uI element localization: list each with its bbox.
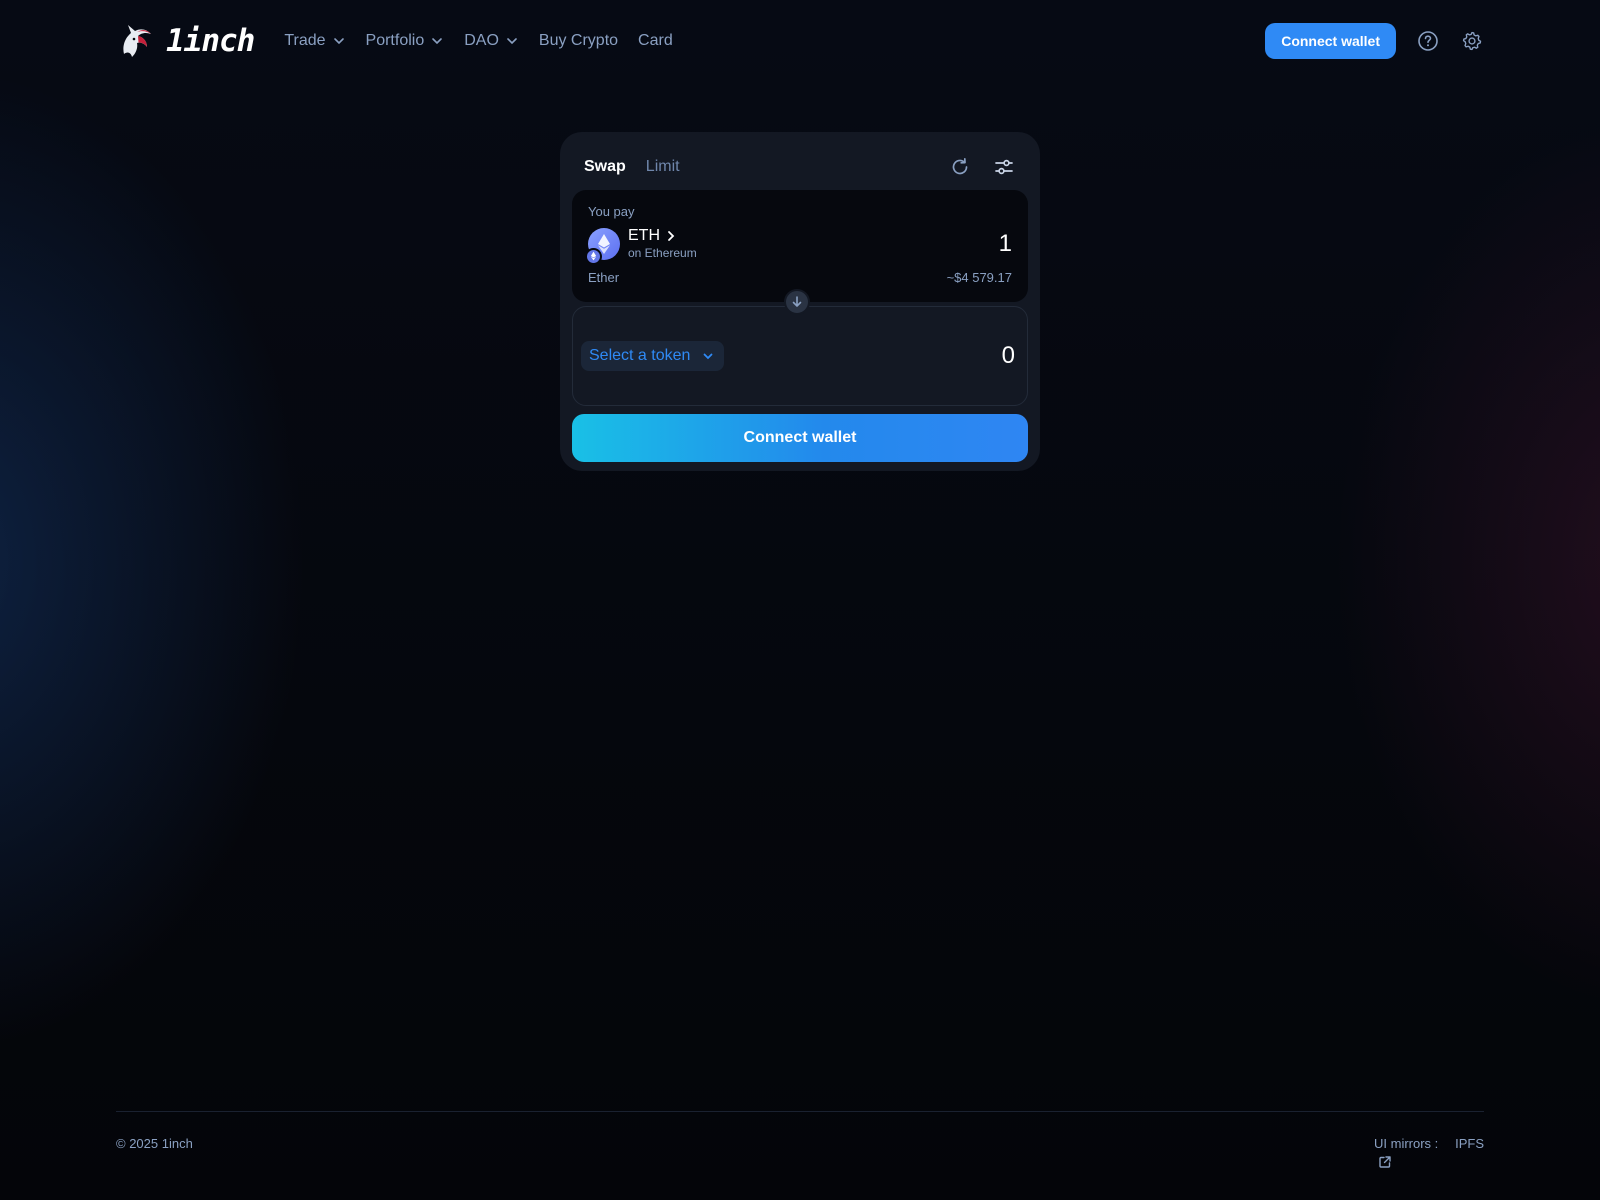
help-button[interactable] <box>1416 29 1440 53</box>
logo[interactable]: 1inch <box>116 20 255 62</box>
nav-buy-crypto[interactable]: Buy Crypto <box>539 32 618 50</box>
help-circle-icon <box>1418 31 1438 51</box>
nav-portfolio[interactable]: Portfolio <box>366 32 445 50</box>
tab-swap[interactable]: Swap <box>584 158 626 176</box>
receive-amount: 0 <box>1001 342 1015 369</box>
pay-token-symbol: ETH <box>628 227 697 245</box>
swap-tools <box>948 155 1016 179</box>
pay-usd-value: ~$4 579.17 <box>946 270 1012 285</box>
ui-mirrors: UI mirrors : IPFS <box>1374 1136 1484 1172</box>
eth-token-icon[interactable] <box>585 227 620 265</box>
nav-dao-label: DAO <box>464 32 499 49</box>
swap-settings-button[interactable] <box>992 155 1016 179</box>
chevron-down-icon <box>432 38 443 45</box>
select-token-label: Select a token <box>589 347 691 364</box>
refresh-icon <box>952 157 968 175</box>
ethereum-chain-icon <box>585 247 602 265</box>
header-actions: Connect wallet <box>1265 23 1484 59</box>
external-link-button[interactable] <box>1378 1155 1484 1172</box>
pay-footer: Ether ~$4 579.17 <box>588 270 1012 285</box>
tab-limit[interactable]: Limit <box>646 158 680 176</box>
chevron-right-icon <box>668 231 675 241</box>
footer-divider <box>116 1111 1484 1112</box>
select-token-button[interactable]: Select a token <box>581 341 725 371</box>
header-connect-wallet-button[interactable]: Connect wallet <box>1265 23 1396 59</box>
pay-token-row: ETH on Ethereum 1 <box>585 227 1012 265</box>
pay-token-chain: on Ethereum <box>628 246 697 260</box>
swap-card: Swap Limit You pay ETH on Ethereum 1 Eth… <box>560 132 1040 471</box>
chevron-down-icon <box>333 38 344 45</box>
you-pay-label: You pay <box>588 204 635 219</box>
chevron-down-icon <box>507 38 517 45</box>
main-nav: Trade Portfolio DAO Buy Crypto Card <box>284 32 672 50</box>
nav-trade-label: Trade <box>284 32 326 49</box>
connect-wallet-button[interactable]: Connect wallet <box>572 414 1028 462</box>
ui-mirrors-label: UI mirrors : <box>1374 1136 1439 1151</box>
ipfs-link[interactable]: IPFS <box>1455 1136 1484 1151</box>
top-header: 1inch Trade Portfolio DAO Buy Crypto Car… <box>116 16 1484 66</box>
sliders-icon <box>995 159 1013 175</box>
nav-dao[interactable]: DAO <box>464 32 519 50</box>
pay-token-selector[interactable]: ETH on Ethereum <box>628 227 697 260</box>
pay-token-symbol-text: ETH <box>628 227 660 244</box>
external-link-icon <box>1379 1156 1391 1168</box>
nav-portfolio-label: Portfolio <box>365 32 425 49</box>
switch-tokens-button[interactable] <box>784 289 810 315</box>
nav-trade[interactable]: Trade <box>284 32 345 50</box>
arrow-down-icon <box>792 296 802 307</box>
pay-amount-input[interactable]: 1 <box>999 230 1012 258</box>
gear-icon <box>1462 31 1482 51</box>
settings-button[interactable] <box>1460 29 1484 53</box>
you-pay-panel: You pay ETH on Ethereum 1 Ether ~$4 579.… <box>572 190 1028 302</box>
logo-text: 1inch <box>166 23 255 59</box>
you-receive-panel: Select a token 0 <box>572 306 1028 406</box>
pay-token-name: Ether <box>588 270 620 285</box>
nav-buy-crypto-label: Buy Crypto <box>538 32 619 49</box>
nav-card-label: Card <box>638 32 673 49</box>
unicorn-logo-icon <box>123 25 151 57</box>
refresh-button[interactable] <box>948 155 972 179</box>
footer-copyright: © 2025 1inch <box>116 1136 193 1151</box>
ui-mirrors-row: UI mirrors : IPFS <box>1374 1136 1484 1151</box>
swap-card-header: Swap Limit <box>572 144 1028 190</box>
nav-card[interactable]: Card <box>638 32 673 50</box>
chevron-down-icon <box>704 353 713 360</box>
